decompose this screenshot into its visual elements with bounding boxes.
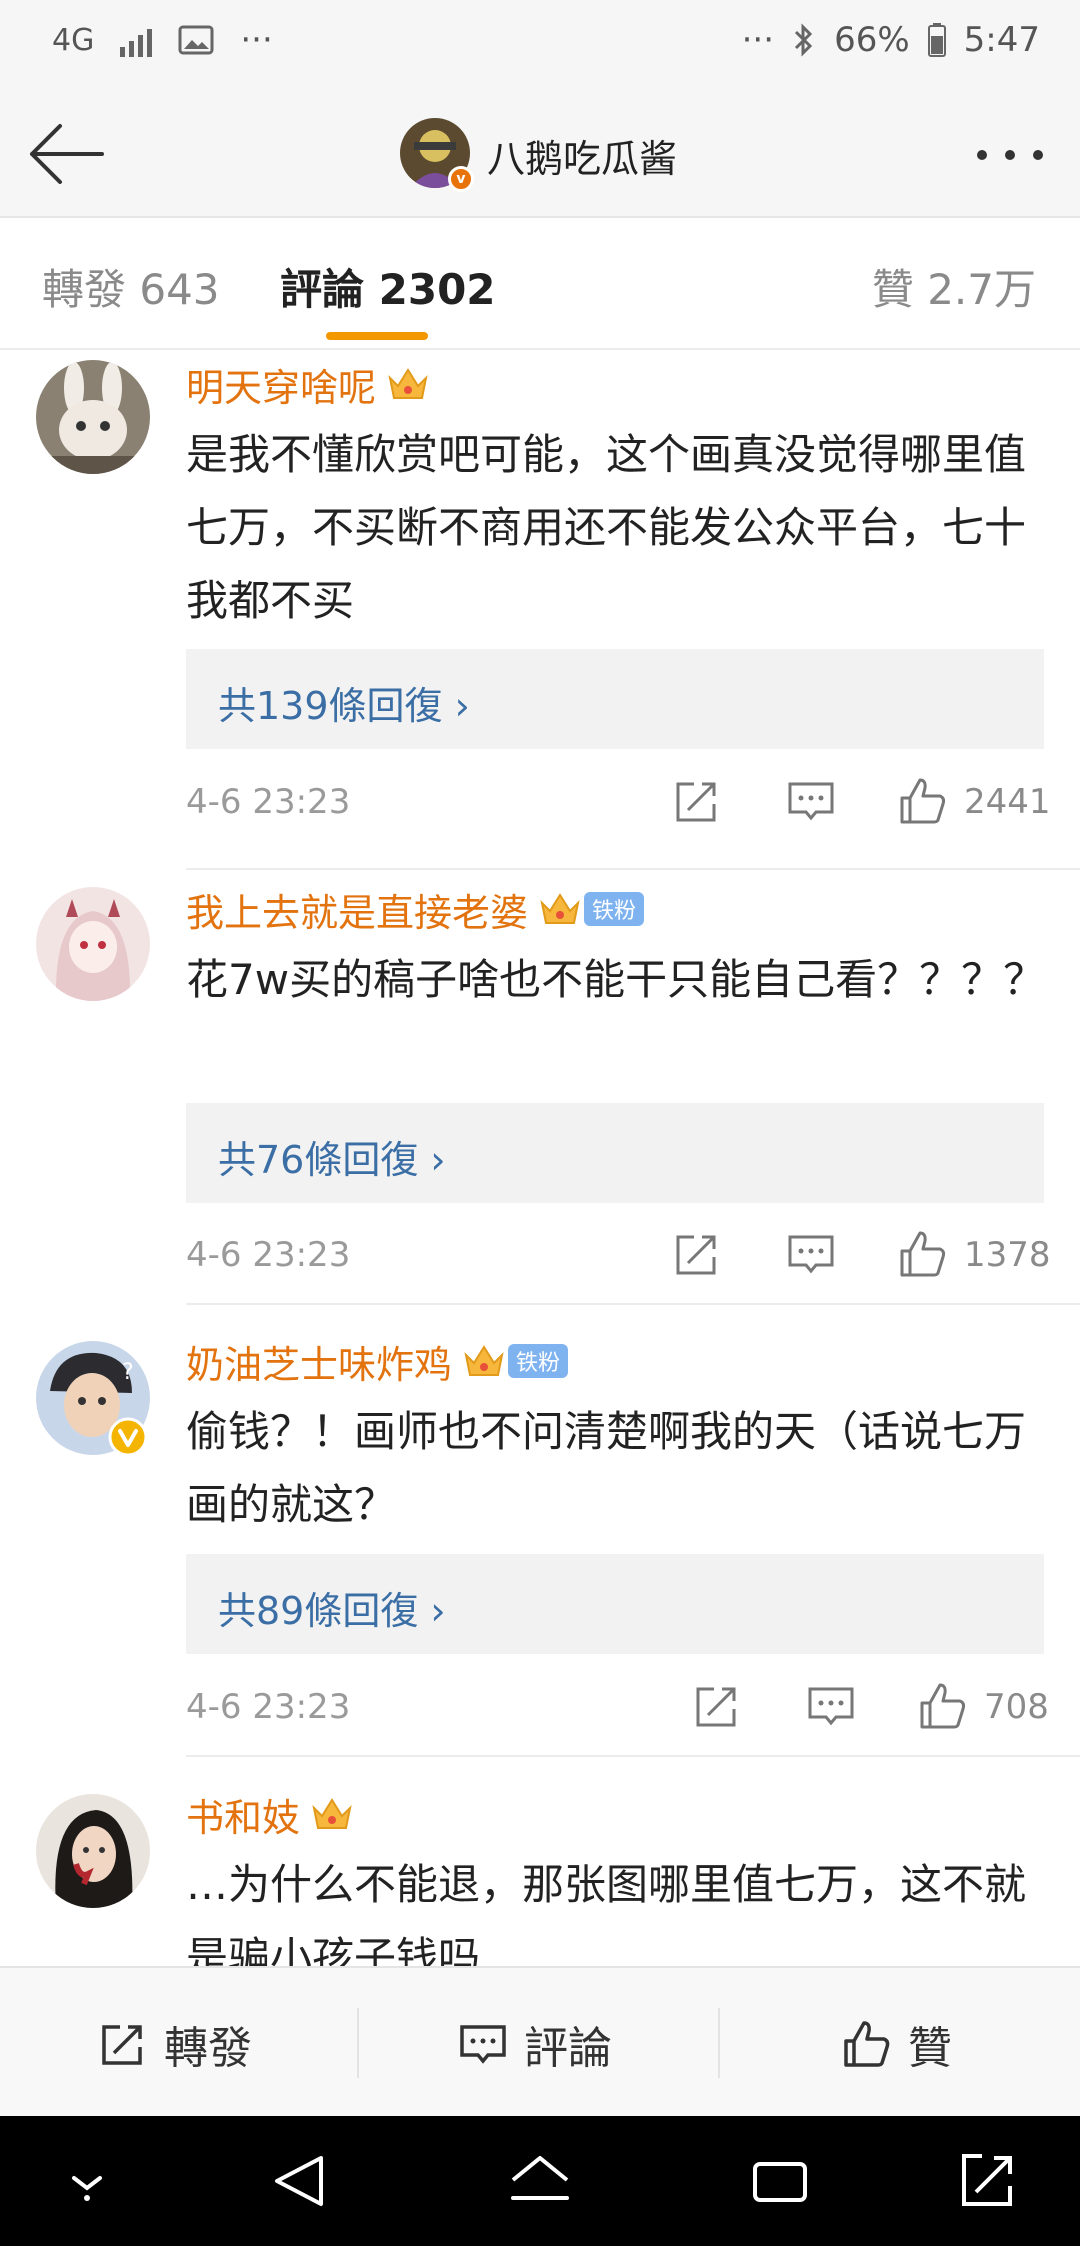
- separator: [718, 2008, 720, 2078]
- commenter-name[interactable]: 我上去就是直接老婆: [186, 882, 528, 937]
- verified-badge-icon: [108, 1417, 148, 1457]
- back-arrow-icon[interactable]: [24, 120, 108, 188]
- poster-avatar[interactable]: v: [400, 118, 474, 192]
- home-icon[interactable]: [505, 2146, 575, 2216]
- view-replies-link[interactable]: 共76條回復 ›: [218, 1129, 446, 1184]
- reply-icon[interactable]: [786, 776, 836, 826]
- comment-item: 明天穿啥呢 是我不懂欣赏吧可能，这个画真没觉得哪里值七万，不买断不商用还不能发公…: [0, 360, 1080, 870]
- like-button[interactable]: 贊: [842, 2012, 952, 2076]
- fan-badge: 铁粉: [508, 1344, 569, 1378]
- comment-icon: [460, 2025, 506, 2064]
- commenter-name[interactable]: 明天穿啥呢: [186, 357, 376, 412]
- comment-text: 花7w买的稿子啥也不能干只能自己看？？？？: [186, 955, 1046, 1004]
- crown-badge-icon: [464, 1345, 504, 1376]
- view-replies-link[interactable]: 共139條回復 ›: [218, 675, 470, 730]
- comment-item: ? 奶油芝士味炸鸡 铁粉 偷钱？！画师也不问清楚啊我的天（话说七万画的就这？ 共…: [0, 1337, 1080, 1757]
- separator: [357, 2008, 359, 2078]
- comment-button[interactable]: 評論: [458, 2012, 612, 2076]
- battery-percent: 66%: [834, 20, 910, 60]
- crown-badge-icon: [540, 893, 580, 924]
- tab-reposts[interactable]: 轉發 643: [42, 256, 220, 317]
- comment-label: 評論: [524, 2023, 612, 2074]
- svg-text:?: ?: [122, 1360, 134, 1385]
- commenter-avatar[interactable]: [36, 360, 150, 474]
- signal-icon: [120, 23, 153, 57]
- comment-time: 4-6 23:23: [186, 1687, 351, 1727]
- share-icon[interactable]: [672, 1229, 722, 1279]
- reply-icon[interactable]: [806, 1681, 856, 1731]
- status-more-icon: ···: [240, 20, 273, 60]
- page-title: 八鹅吃瓜酱: [487, 137, 678, 181]
- system-navigation-bar: [0, 2116, 1080, 2246]
- active-tab-indicator: [326, 332, 428, 340]
- status-overflow-icon: ···: [741, 20, 775, 60]
- commenter-avatar[interactable]: [36, 1794, 150, 1908]
- share-icon[interactable]: [672, 776, 722, 826]
- comment-item: 我上去就是直接老婆 铁粉 花7w买的稿子啥也不能干只能自己看？？？？ 共76條回…: [0, 885, 1080, 1305]
- comment-text: 偷钱？！画师也不问清楚啊我的天（话说七万画的就这？: [186, 1407, 1027, 1529]
- like-icon[interactable]: [898, 1229, 948, 1279]
- commenter-name[interactable]: 奶油芝士味炸鸡: [186, 1334, 452, 1389]
- comment-time: 4-6 23:23: [186, 1235, 351, 1275]
- view-replies-link[interactable]: 共89條回復 ›: [218, 1580, 446, 1635]
- tab-bar: 轉發 643 評論 2302 贊 2.7万: [0, 220, 1080, 350]
- replies-summary[interactable]: 共139條回復 ›: [186, 649, 1044, 749]
- comment-divider: [186, 1755, 1080, 1757]
- replies-summary[interactable]: 共76條回復 ›: [186, 1103, 1044, 1203]
- recent-apps-icon[interactable]: [745, 2146, 815, 2216]
- crown-badge-icon: [388, 368, 428, 399]
- verified-badge-icon: v: [448, 166, 474, 192]
- bottom-action-bar: 轉發 評論 贊: [0, 1966, 1080, 2116]
- like-count: 708: [984, 1687, 1049, 1727]
- hide-keyboard-icon[interactable]: [52, 2146, 122, 2216]
- top-bar: v 八鹅吃瓜酱: [0, 90, 1080, 218]
- clock: 5:47: [963, 20, 1040, 60]
- bluetooth-icon: [795, 23, 813, 57]
- tab-comments[interactable]: 評論 2302: [280, 256, 496, 317]
- like-count: 2441: [964, 782, 1051, 822]
- fan-badge: 铁粉: [584, 892, 645, 926]
- comment-time: 4-6 23:23: [186, 782, 351, 822]
- comment-divider: [186, 1303, 1080, 1305]
- reply-icon[interactable]: [786, 1229, 836, 1279]
- crown-badge-icon: [312, 1798, 352, 1829]
- repost-button[interactable]: 轉發: [98, 2012, 252, 2076]
- tab-likes[interactable]: 贊 2.7万: [872, 256, 1036, 317]
- repost-icon: [102, 2025, 142, 2065]
- network-indicator: 4G: [52, 22, 95, 58]
- comment-divider: [186, 868, 1080, 870]
- share-icon[interactable]: [692, 1681, 742, 1731]
- commenter-name[interactable]: 书和妓: [186, 1790, 300, 1842]
- battery-icon: [927, 23, 946, 57]
- back-nav-icon[interactable]: [265, 2146, 335, 2216]
- comment-text: …为什么不能退，那张图哪里值七万，这不就是骗小孩子钱吗: [186, 1860, 1027, 1966]
- like-label: 贊: [908, 2023, 952, 2074]
- like-count: 1378: [964, 1235, 1051, 1275]
- like-icon: [844, 2021, 890, 2067]
- like-icon[interactable]: [918, 1681, 968, 1731]
- like-icon[interactable]: [898, 776, 948, 826]
- comment-text: 是我不懂欣赏吧可能，这个画真没觉得哪里值七万，不买断不商用还不能发公众平台，七十…: [186, 430, 1027, 625]
- rotate-screen-icon[interactable]: [952, 2146, 1022, 2216]
- more-options-icon[interactable]: [970, 130, 1050, 180]
- gallery-icon: [178, 25, 214, 55]
- comment-item: 书和妓 …为什么不能退，那张图哪里值七万，这不就是骗小孩子钱吗: [0, 1790, 1080, 1966]
- status-bar: 4G ··· ··· 66% 5:47: [0, 0, 1080, 90]
- replies-summary[interactable]: 共89條回復 ›: [186, 1554, 1044, 1654]
- repost-label: 轉發: [164, 2023, 252, 2074]
- commenter-avatar[interactable]: [36, 887, 150, 1001]
